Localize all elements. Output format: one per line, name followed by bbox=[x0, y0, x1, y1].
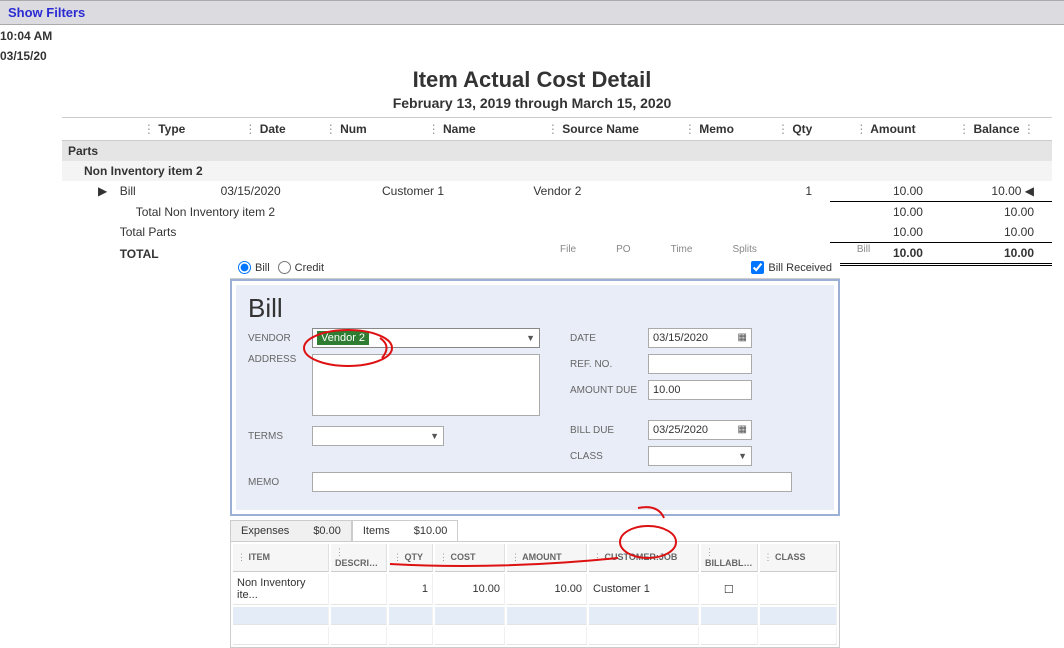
date-label: DATE bbox=[570, 333, 640, 344]
col-amount[interactable]: Amount bbox=[870, 122, 915, 136]
cell-qty: 1 bbox=[759, 181, 830, 202]
vendor-select[interactable]: Vendor 2 ▼ bbox=[312, 328, 540, 348]
bill-credit-radio-row: Bill Credit Bill Received bbox=[230, 257, 840, 279]
triangle-left-icon: ◀ bbox=[1025, 184, 1034, 198]
chevron-down-icon: ▼ bbox=[430, 431, 439, 441]
grid-col-class[interactable]: ⋮ CLASS bbox=[760, 544, 838, 572]
col-source[interactable]: Source Name bbox=[562, 122, 639, 136]
hint-tabs: File PO Time Splits Bill bbox=[230, 244, 840, 257]
billdue-value: 03/25/2020 bbox=[653, 424, 708, 436]
col-num[interactable]: Num bbox=[340, 122, 367, 136]
grid-col-customer[interactable]: ⋮ CUSTOMER:JOB bbox=[589, 544, 699, 572]
grid-col-amount[interactable]: ⋮ AMOUNT bbox=[507, 544, 587, 572]
cell-customer[interactable]: Customer 1 bbox=[589, 574, 699, 605]
vendor-label: VENDOR bbox=[248, 333, 304, 344]
subgroup-row[interactable]: Non Inventory item 2 bbox=[62, 161, 1052, 181]
calendar-icon[interactable]: ▦ bbox=[738, 332, 747, 343]
grid-row-empty[interactable] bbox=[233, 627, 837, 645]
report-title: Item Actual Cost Detail bbox=[0, 67, 1064, 93]
cell-qty[interactable]: 1 bbox=[389, 574, 433, 605]
amountdue-label: AMOUNT DUE bbox=[570, 385, 640, 396]
cell-cost[interactable]: 10.00 bbox=[435, 574, 505, 605]
radio-credit[interactable]: Credit bbox=[278, 261, 324, 274]
bill-window: File PO Time Splits Bill Bill Credit Bil… bbox=[230, 244, 840, 648]
cell-type: Bill bbox=[114, 181, 215, 202]
report-date: 03/15/20 bbox=[0, 45, 1064, 65]
terms-label: TERMS bbox=[248, 431, 304, 442]
triangle-right-icon: ▶ bbox=[98, 184, 107, 198]
date-value: 03/15/2020 bbox=[653, 332, 708, 344]
col-memo[interactable]: Memo bbox=[699, 122, 734, 136]
memo-input[interactable] bbox=[312, 472, 792, 492]
col-qty[interactable]: Qty bbox=[792, 122, 812, 136]
billdue-input[interactable]: 03/25/2020 ▦ bbox=[648, 420, 752, 440]
chevron-down-icon: ▼ bbox=[738, 451, 747, 461]
grid-col-cost[interactable]: ⋮ COST bbox=[435, 544, 505, 572]
class-label: CLASS bbox=[570, 451, 640, 462]
cell-name: Customer 1 bbox=[376, 181, 527, 202]
chevron-down-icon: ▼ bbox=[526, 333, 535, 343]
group-total-row: Total Parts 10.00 10.00 bbox=[62, 222, 1052, 243]
col-name[interactable]: Name bbox=[443, 122, 476, 136]
grid-row-empty[interactable] bbox=[233, 607, 837, 625]
grid-col-descr[interactable]: ⋮ DESCRI… bbox=[331, 544, 387, 572]
cell-amount: 10.00 bbox=[830, 181, 941, 202]
tab-items[interactable]: Items$10.00 bbox=[352, 520, 459, 541]
show-filters-link[interactable]: Show Filters bbox=[8, 5, 85, 20]
cell-descr[interactable] bbox=[331, 574, 387, 605]
cell-num bbox=[315, 181, 376, 202]
cell-amount[interactable]: 10.00 bbox=[507, 574, 587, 605]
date-input[interactable]: 03/15/2020 ▦ bbox=[648, 328, 752, 348]
calendar-icon[interactable]: ▦ bbox=[738, 424, 747, 435]
filter-bar: Show Filters bbox=[0, 0, 1064, 25]
grid-col-billable[interactable]: ⋮ BILLABL… bbox=[701, 544, 758, 572]
bill-heading: Bill bbox=[248, 293, 822, 324]
class-select[interactable]: ▼ bbox=[648, 446, 752, 466]
report-subtitle: February 13, 2019 through March 15, 2020 bbox=[0, 95, 1064, 111]
vendor-value: Vendor 2 bbox=[317, 331, 369, 345]
report-time: 10:04 AM bbox=[0, 25, 1064, 45]
cell-balance: 10.00 ◀ bbox=[941, 181, 1052, 202]
tab-expenses[interactable]: Expenses$0.00 bbox=[230, 520, 352, 541]
group-row-parts[interactable]: Parts bbox=[62, 141, 1052, 162]
refno-input[interactable] bbox=[648, 354, 752, 374]
table-row[interactable]: ▶ Bill 03/15/2020 Customer 1 Vendor 2 1 … bbox=[62, 181, 1052, 202]
col-balance[interactable]: Balance bbox=[973, 122, 1019, 136]
memo-label: MEMO bbox=[248, 477, 304, 488]
cell-date: 03/15/2020 bbox=[215, 181, 316, 202]
terms-select[interactable]: ▼ bbox=[312, 426, 444, 446]
address-label: ADDRESS bbox=[248, 354, 304, 365]
cell-billable[interactable]: ☐ bbox=[701, 574, 758, 605]
cell-item[interactable]: Non Inventory ite... bbox=[233, 574, 329, 605]
cell-class[interactable] bbox=[760, 574, 838, 605]
col-date[interactable]: Date bbox=[260, 122, 286, 136]
amountdue-input[interactable]: 10.00 bbox=[648, 380, 752, 400]
billdue-label: BILL DUE bbox=[570, 425, 640, 436]
bill-received-checkbox[interactable]: Bill Received bbox=[751, 261, 832, 274]
cell-source: Vendor 2 bbox=[527, 181, 658, 202]
subtotal-row: Total Non Inventory item 2 10.00 10.00 bbox=[62, 202, 1052, 223]
radio-bill[interactable]: Bill bbox=[238, 261, 270, 274]
grid-row[interactable]: Non Inventory ite... 1 10.00 10.00 Custo… bbox=[233, 574, 837, 605]
address-textarea[interactable] bbox=[312, 354, 540, 416]
col-type[interactable]: Type bbox=[158, 122, 185, 136]
refno-label: REF. NO. bbox=[570, 359, 640, 370]
expense-items-tabs: Expenses$0.00 Items$10.00 bbox=[230, 520, 840, 542]
column-headers: ⋮ Type ⋮ Date ⋮ Num ⋮ Name ⋮ Source Name… bbox=[62, 118, 1052, 141]
grid-col-qty[interactable]: ⋮ QTY bbox=[389, 544, 433, 572]
items-grid: ⋮ ITEM ⋮ DESCRI… ⋮ QTY ⋮ COST ⋮ AMOUNT ⋮… bbox=[230, 542, 840, 648]
cell-memo bbox=[658, 181, 759, 202]
grid-col-item[interactable]: ⋮ ITEM bbox=[233, 544, 329, 572]
